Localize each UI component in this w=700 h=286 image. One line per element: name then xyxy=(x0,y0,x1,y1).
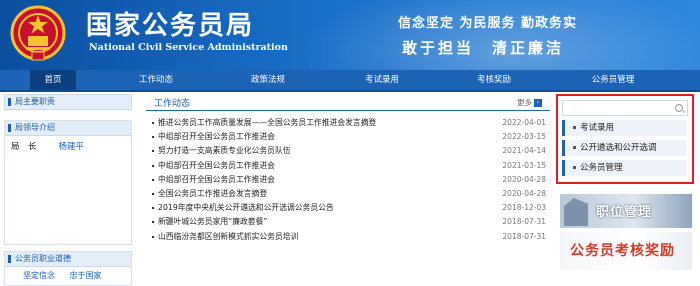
bullet-icon xyxy=(573,166,576,169)
bullet-icon xyxy=(152,164,154,167)
left-sidebar: 局主要职责 局领导介绍 局 长 杨建平 公务员职业道德 坚定信念 忠于国家 xyxy=(4,94,132,286)
quick-link-label: 公开遴选和公开选调 xyxy=(580,143,657,153)
news-date: 2018-12-03 xyxy=(502,203,546,213)
banner-text: 职位管理 xyxy=(596,205,653,220)
news-title[interactable]: 新疆叶城公务员家用“廉政套餐” xyxy=(158,215,267,229)
news-title[interactable]: 2019年度中央机关公开遴选和公开选调公务员公告 xyxy=(158,201,334,215)
news-date: 2022-03-15 xyxy=(502,132,546,142)
work-news-header: 工作动态 更多 › xyxy=(146,94,550,111)
work-news-title: 工作动态 xyxy=(154,99,191,109)
more-link[interactable]: 更多 › xyxy=(517,97,542,108)
news-title[interactable]: 全国公务员工作推进会发言摘登 xyxy=(158,187,267,201)
search-input[interactable] xyxy=(563,101,677,115)
news-title[interactable]: 中组部召开全国公务员工作推进会 xyxy=(158,173,275,187)
section-duties[interactable]: 局主要职责 xyxy=(4,94,132,110)
news-item[interactable]: 山西临汾尧都区创新模式抓实公务员培训 2018-07-31 xyxy=(146,230,550,244)
national-emblem-icon xyxy=(10,5,66,61)
nav-item-exam[interactable]: 考试录用 xyxy=(354,70,410,90)
news-date: 2020-04-28 xyxy=(502,174,546,184)
bullet-icon xyxy=(573,126,576,129)
news-item[interactable]: 全国公务员工作推进会发言摘登 2020-04-28 xyxy=(146,187,550,201)
news-item[interactable]: 新疆叶城公务员家用“廉政套餐” 2018-07-31 xyxy=(146,215,550,229)
news-title[interactable]: 山西临汾尧都区创新模式抓实公务员培训 xyxy=(158,230,298,244)
bullet-icon xyxy=(152,192,154,195)
bullet-icon xyxy=(152,207,154,210)
ethics-link-loyalty[interactable]: 忠于国家 xyxy=(70,271,102,280)
nav-item-work-news[interactable]: 工作动态 xyxy=(128,70,184,90)
slogan-line-1: 信念坚定 为民服务 勤政务实 xyxy=(398,16,578,31)
bullet-icon xyxy=(152,221,154,224)
section-leaders[interactable]: 局领导介绍 xyxy=(5,121,131,136)
leaders-box: 局领导介绍 局 长 杨建平 xyxy=(4,120,132,245)
bullet-icon xyxy=(152,122,154,124)
nav-item-home[interactable]: 首页 xyxy=(30,70,76,90)
position-management-banner[interactable]: 职位管理 xyxy=(560,194,692,228)
nav-item-assessment[interactable]: 考核奖励 xyxy=(466,70,522,90)
news-item[interactable]: 推进公务员工作高质量发展——全国公务员工作推进会发言摘登 2022-04-01 xyxy=(146,116,550,130)
nav-item-management[interactable]: 公务员管理 xyxy=(578,70,648,90)
bullet-icon xyxy=(152,150,154,153)
news-date: 2018-07-31 xyxy=(502,231,546,241)
news-item[interactable]: 中组部召开全国公务员工作推进会 2021-03-15 xyxy=(146,159,550,173)
search-icon[interactable] xyxy=(675,104,683,112)
news-list: 推进公务员工作高质量发展——全国公务员工作推进会发言摘登 2022-04-01 中… xyxy=(146,116,550,244)
slogan-line-2: 敢于担当 清正廉洁 xyxy=(402,39,565,57)
news-title[interactable]: 推进公务员工作高质量发展——全国公务员工作推进会发言摘登 xyxy=(158,116,376,130)
news-date: 2022-04-01 xyxy=(502,118,546,127)
news-title[interactable]: 努力打造一支高素质专业化公务员队伍 xyxy=(158,144,291,158)
section-ethics[interactable]: 公务员职业道德 xyxy=(5,252,131,267)
news-item[interactable]: 中组部召开全国公务员工作推进会 2022-03-15 xyxy=(146,130,550,144)
more-label: 更多 xyxy=(517,98,532,107)
search-box xyxy=(562,100,688,116)
site-title: 国家公务员局 xyxy=(86,11,255,41)
news-title[interactable]: 中组部召开全国公务员工作推进会 xyxy=(158,159,275,173)
news-date: 2021-04-14 xyxy=(502,146,546,156)
leader-role: 局 长 xyxy=(11,142,37,152)
highlighted-quick-links: 考试录用 公开遴选和公开选调 公务员管理 xyxy=(556,94,694,184)
quick-link-management[interactable]: 公务员管理 xyxy=(562,160,686,176)
leader-name-link[interactable]: 杨建平 xyxy=(59,142,85,152)
news-title[interactable]: 中组部召开全国公务员工作推进会 xyxy=(158,130,275,144)
quick-link-label: 公务员管理 xyxy=(580,163,623,173)
news-item[interactable]: 努力打造一支高素质专业化公务员队伍 2021-04-14 xyxy=(146,144,550,158)
bullet-icon xyxy=(152,178,154,181)
news-date: 2020-04-28 xyxy=(502,188,546,198)
quick-link-label: 考试录用 xyxy=(580,123,615,133)
quick-link-exam[interactable]: 考试录用 xyxy=(562,120,686,136)
header-glow xyxy=(300,0,700,70)
work-news-panel: 工作动态 更多 › 推进公务员工作高质量发展——全国公务员工作推进会发言摘登 202… xyxy=(146,94,550,241)
quick-link-selection[interactable]: 公开遴选和公开选调 xyxy=(562,140,686,156)
news-item[interactable]: 中组部召开全国公务员工作推进会 2020-04-28 xyxy=(146,173,550,187)
leader-row: 局 长 杨建平 xyxy=(5,136,131,158)
site-header: 国家公务员局 National Civil Service Administra… xyxy=(0,0,700,70)
assessment-reward-banner[interactable]: 公务员考核奖励 xyxy=(560,232,692,270)
building-icon xyxy=(564,198,588,226)
more-arrow-icon: › xyxy=(534,99,542,107)
bullet-icon xyxy=(573,146,576,149)
ethics-box: 公务员职业道德 坚定信念 忠于国家 xyxy=(4,251,132,286)
main-nav: 首页 工作动态 政策法规 考试录用 考核奖励 公务员管理 xyxy=(0,70,700,92)
news-date: 2018-07-31 xyxy=(502,217,546,227)
news-date: 2021-03-15 xyxy=(502,160,546,170)
news-item[interactable]: 2019年度中央机关公开遴选和公开选调公务员公告 2018-12-03 xyxy=(146,201,550,215)
nav-item-policy[interactable]: 政策法规 xyxy=(240,70,296,90)
bullet-icon xyxy=(152,136,154,139)
banner-text: 公务员考核奖励 xyxy=(570,243,675,259)
bullet-icon xyxy=(152,235,154,238)
site-subtitle: National Civil Service Administration xyxy=(89,42,288,53)
ethics-link-faith[interactable]: 坚定信念 xyxy=(23,271,55,280)
